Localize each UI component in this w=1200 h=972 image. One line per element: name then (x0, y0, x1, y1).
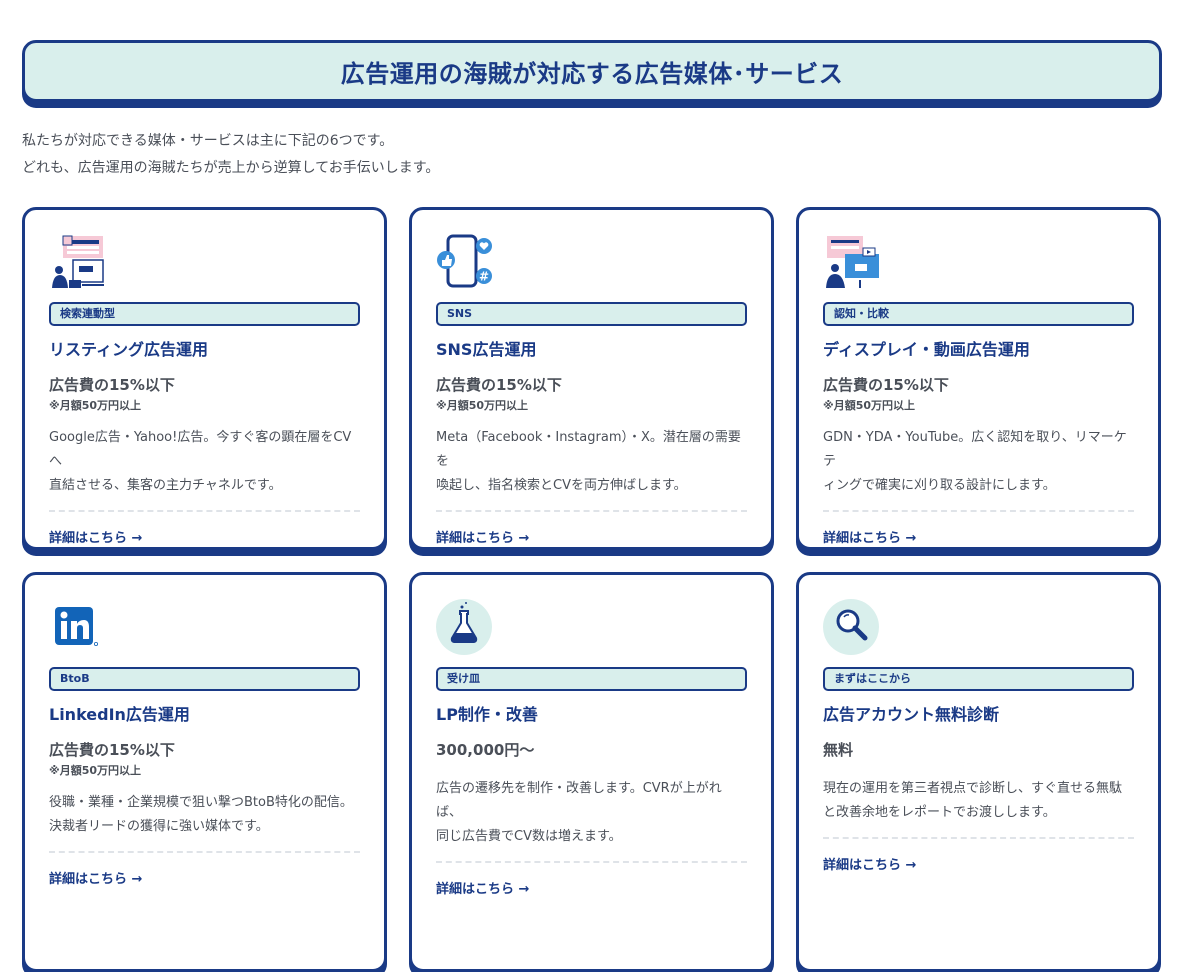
card-badge: 検索連動型 (49, 302, 360, 326)
card-title: リスティング広告運用 (49, 340, 209, 359)
details-link[interactable]: 詳細はこちら → (49, 527, 360, 546)
card-divider (49, 851, 360, 853)
card-description: 役職・業種・企業規模で狙い撃つBtoB特化の配信。 決裁者リードの獲得に強い媒体… (49, 791, 360, 839)
card-price: 無料 (823, 741, 854, 759)
card-badge: まずはここから (823, 667, 1134, 691)
card-description: 現在の運用を第三者視点で診断し、すぐ直せる無駄 と改善余地をレポートでお渡ししま… (823, 777, 1134, 825)
card-title: LP制作・改善 (436, 705, 538, 724)
intro-line-2: どれも、広告運用の海賊たちが売上から逆算してお手伝いします。 (22, 160, 440, 176)
card-badge: BtoB (49, 667, 360, 691)
card-description-line: 広告の遷移先を制作・改善します。CVRが上がれば、 (436, 781, 722, 820)
service-card-listing: 検索連動型 リスティング広告運用 広告費の15%以下 ※月額50万円以上 Goo… (22, 207, 387, 550)
section-title-box: 広告運用の海賊が対応する広告媒体･サービス (22, 40, 1162, 102)
intro-line-1: 私たちが対応できる媒体・サービスは主に下記の6つです。 (22, 133, 394, 149)
service-card-lp: 受け皿 LP制作・改善 300,000円〜 広告の遷移先を制作・改善します。CV… (409, 572, 774, 972)
card-description-line: ィングで確実に刈り取る設計にします。 (823, 478, 1056, 493)
flask-icon (436, 599, 492, 655)
service-card-sns: # SNS SNS広告運用 広告費の15%以下 ※月額50万円以上 Meta（F… (409, 207, 774, 550)
card-price-note: ※月額50万円以上 (436, 399, 529, 412)
details-link[interactable]: 詳細はこちら → (436, 527, 747, 546)
service-card-display: 認知・比較 ディスプレイ・動画広告運用 広告費の15%以下 ※月額50万円以上 … (796, 207, 1161, 550)
card-description-line: 同じ広告費でCV数は増えます。 (436, 829, 622, 844)
card-description: 広告の遷移先を制作・改善します。CVRが上がれば、 同じ広告費でCV数は増えます… (436, 777, 747, 849)
details-link[interactable]: 詳細はこちら → (49, 868, 360, 887)
card-description-line: GDN・YDA・YouTube。広く認知を取り、リマーケテ (823, 430, 1127, 469)
card-price: 300,000円〜 (436, 741, 535, 759)
service-card-linkedin: BtoB LinkedIn広告運用 広告費の15%以下 ※月額50万円以上 役職… (22, 572, 387, 972)
card-description-line: Google広告・Yahoo!広告。今すぐ客の顕在層をCVへ (49, 430, 352, 469)
card-description-line: 役職・業種・企業規模で狙い撃つBtoB特化の配信。 (49, 795, 353, 810)
magnifier-icon (823, 599, 879, 655)
service-cards-grid: 検索連動型 リスティング広告運用 広告費の15%以下 ※月額50万円以上 Goo… (22, 207, 1162, 972)
card-price-note: ※月額50万円以上 (49, 399, 142, 412)
details-link[interactable]: 詳細はこちら → (436, 878, 747, 897)
services-section: 広告運用の海賊が対応する広告媒体･サービス 私たちが対応できる媒体・サービスは主… (22, 40, 1162, 972)
card-description: Google広告・Yahoo!広告。今すぐ客の顕在層をCVへ 直結させる、集客の… (49, 426, 360, 498)
card-divider (49, 510, 360, 512)
card-badge: 受け皿 (436, 667, 747, 691)
intro-text: 私たちが対応できる媒体・サービスは主に下記の6つです。 どれも、広告運用の海賊た… (22, 128, 1162, 182)
card-divider (823, 837, 1134, 839)
card-description: GDN・YDA・YouTube。広く認知を取り、リマーケテ ィングで確実に刈り取… (823, 426, 1134, 498)
card-price-note: ※月額50万円以上 (823, 399, 916, 412)
section-title: 広告運用の海賊が対応する広告媒体･サービス (340, 59, 844, 88)
card-divider (436, 510, 747, 512)
card-price: 広告費の15%以下 (49, 376, 175, 394)
details-link[interactable]: 詳細はこちら → (823, 854, 1134, 873)
svg-text:#: # (479, 270, 489, 284)
card-divider (436, 861, 747, 863)
card-description-line: 喚起し、指名検索とCVを両方伸ばします。 (436, 478, 687, 493)
card-description-line: 現在の運用を第三者視点で診断し、すぐ直せる無駄 (823, 781, 1123, 796)
card-price: 広告費の15%以下 (49, 741, 175, 759)
listing-ad-icon (52, 235, 104, 288)
card-divider (823, 510, 1134, 512)
card-description-line: Meta（Facebook・Instagram）・X。潜在層の需要を (436, 430, 741, 469)
card-price-note: ※月額50万円以上 (49, 764, 142, 777)
card-title: ディスプレイ・動画広告運用 (823, 340, 1030, 359)
card-badge: 認知・比較 (823, 302, 1134, 326)
linkedin-icon (55, 607, 99, 647)
service-card-diagnosis: まずはここから 広告アカウント無料診断 無料 現在の運用を第三者視点で診断し、す… (796, 572, 1161, 972)
sns-icon: # (437, 234, 492, 288)
card-description-line: 直結させる、集客の主力チャネルです。 (49, 478, 282, 493)
card-description: Meta（Facebook・Instagram）・X。潜在層の需要を 喚起し、指… (436, 426, 747, 498)
card-badge: SNS (436, 302, 747, 326)
card-price: 広告費の15%以下 (436, 376, 562, 394)
card-description-line: 決裁者リードの獲得に強い媒体です。 (49, 819, 269, 834)
card-title: SNS広告運用 (436, 340, 537, 359)
card-description-line: と改善余地をレポートでお渡しします。 (823, 805, 1056, 820)
card-price: 広告費の15%以下 (823, 376, 949, 394)
card-title: LinkedIn広告運用 (49, 705, 190, 724)
card-title: 広告アカウント無料診断 (823, 705, 1000, 724)
display-video-icon (826, 236, 879, 288)
details-link[interactable]: 詳細はこちら → (823, 527, 1134, 546)
